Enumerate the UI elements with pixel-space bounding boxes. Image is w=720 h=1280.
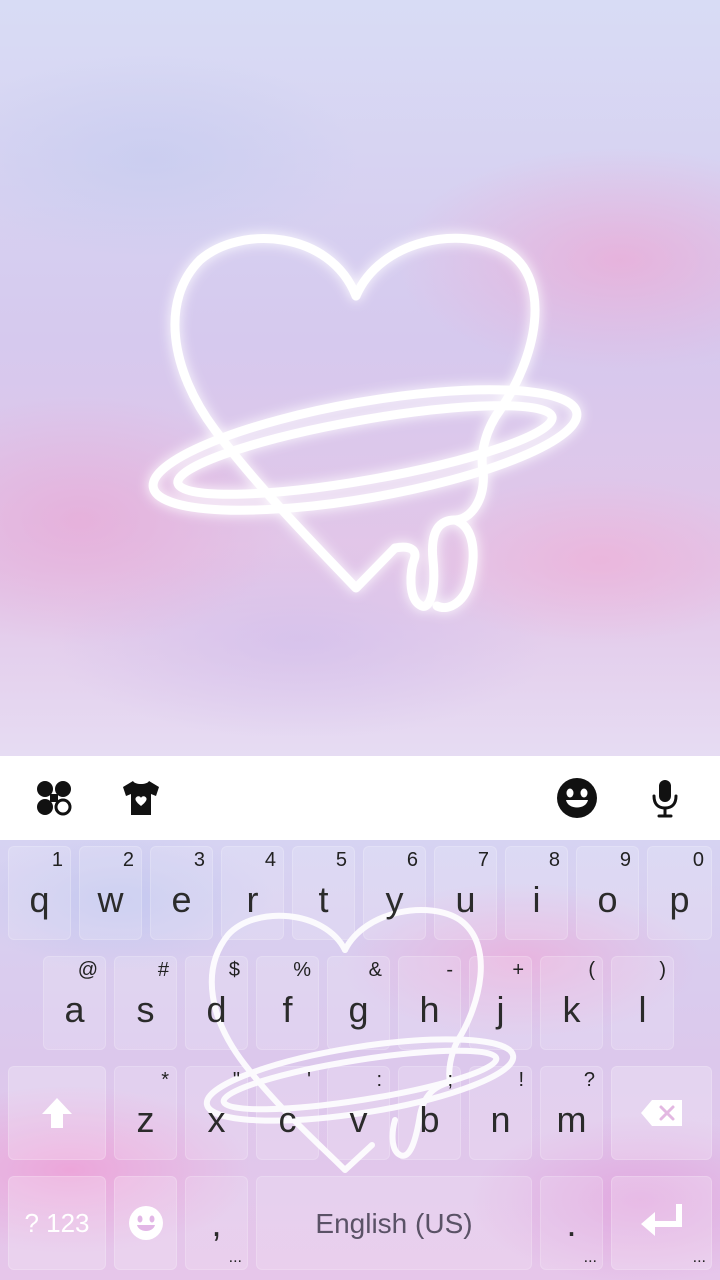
key-g[interactable]: & g (327, 956, 390, 1050)
emoji-icon[interactable] (555, 776, 599, 820)
heart-planet-illustration (148, 233, 582, 612)
emoji-key-icon (129, 1206, 163, 1240)
keyboard: 1q 2w 3e 4r 5t 6y 7u 8i 9o 0p @ a # s $ d %… (0, 840, 720, 1280)
shift-arrow-icon (42, 1098, 72, 1128)
keyboard-toolbar (0, 756, 720, 840)
microphone-icon[interactable] (643, 776, 687, 820)
period-key[interactable]: . ... (540, 1176, 603, 1270)
key-p[interactable]: 0p (647, 846, 712, 940)
key-a[interactable]: @ a (43, 956, 106, 1050)
key-r[interactable]: 4r (221, 846, 284, 940)
apps-icon[interactable] (32, 776, 76, 820)
key-e[interactable]: 3e (150, 846, 213, 940)
key-m[interactable]: ? m (540, 1066, 603, 1160)
comma-key[interactable]: , ... (185, 1176, 248, 1270)
key-v[interactable]: :v (327, 1066, 390, 1160)
key-s[interactable]: # s (114, 956, 177, 1050)
enter-key[interactable]: ... (611, 1176, 712, 1270)
key-h[interactable]: -h (398, 956, 461, 1050)
key-j[interactable]: + j (469, 956, 532, 1050)
theme-shirt-icon[interactable] (119, 776, 163, 820)
key-x[interactable]: " x (185, 1066, 248, 1160)
key-w[interactable]: 2w (79, 846, 142, 940)
key-k[interactable]: (k (540, 956, 603, 1050)
key-b[interactable]: ; b (398, 1066, 461, 1160)
backspace-key[interactable] (611, 1066, 712, 1160)
key-l[interactable]: ) l (611, 956, 674, 1050)
key-q[interactable]: 1q (8, 846, 71, 940)
key-c[interactable]: ' c (256, 1066, 319, 1160)
key-o[interactable]: 9o (576, 846, 639, 940)
key-d[interactable]: $ d (185, 956, 248, 1050)
shift-key[interactable] (8, 1066, 106, 1160)
key-t[interactable]: 5t (292, 846, 355, 940)
emoji-key[interactable] (114, 1176, 177, 1270)
key-u[interactable]: 7u (434, 846, 497, 940)
symbols-key[interactable]: ? 123 (8, 1176, 106, 1270)
key-i[interactable]: 8i (505, 846, 568, 940)
space-key[interactable]: English (US) (256, 1176, 532, 1270)
key-y[interactable]: 6y (363, 846, 426, 940)
key-z[interactable]: * z (114, 1066, 177, 1160)
key-f[interactable]: % f (256, 956, 319, 1050)
key-n[interactable]: ! n (469, 1066, 532, 1160)
backspace-icon (641, 1100, 682, 1126)
enter-arrow-icon (641, 1204, 682, 1236)
